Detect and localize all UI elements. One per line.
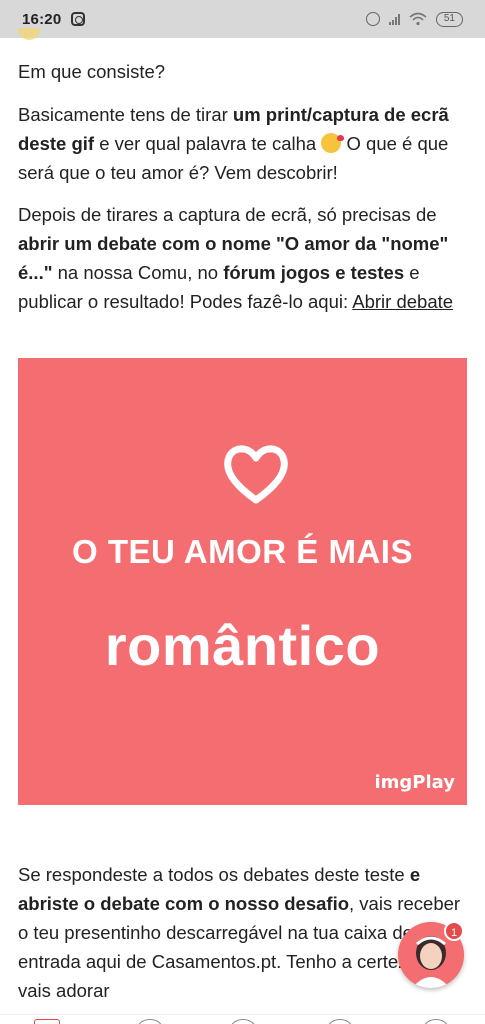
bottom-navigation xyxy=(0,1014,485,1024)
open-debate-link[interactable]: Abrir debate xyxy=(352,291,453,312)
gif-text-line2: romântico xyxy=(104,614,381,677)
emoji-fragment-icon xyxy=(18,28,40,40)
p2-text-2: na nossa Comu, no xyxy=(52,262,224,283)
kiss-emoji-icon xyxy=(321,133,345,153)
paragraph-instructions: Basicamente tens de tirar um print/captu… xyxy=(18,100,468,187)
section-heading: Em que consiste? xyxy=(18,61,166,82)
p1-text-2: e ver qual palavra te calha xyxy=(94,133,322,154)
paragraph-gift: Se respondeste a todos os debates deste … xyxy=(18,860,468,1005)
status-right: 51 xyxy=(365,11,463,27)
signal-icon xyxy=(388,13,400,25)
battery-indicator: 51 xyxy=(435,11,463,27)
nav-messages-icon[interactable] xyxy=(327,1019,353,1024)
heart-icon xyxy=(224,445,288,504)
imgplay-watermark: imgPlay xyxy=(374,772,456,793)
status-bar: 16:20 51 xyxy=(0,0,485,38)
status-time: 16:20 xyxy=(22,10,62,28)
p3-text-1: Se respondeste a todos os debates deste … xyxy=(18,864,410,885)
nav-profile-icon[interactable] xyxy=(423,1019,449,1024)
p2-text-1: Depois de tirares a captura de ecrã, só … xyxy=(18,204,437,225)
nav-community-icon[interactable] xyxy=(230,1019,256,1024)
paragraph-debate: Depois de tirares a captura de ecrã, só … xyxy=(18,200,468,316)
status-left: 16:20 xyxy=(22,10,86,28)
love-quiz-gif: O TEU AMOR É MAIS romântico imgPlay xyxy=(18,358,467,805)
notification-badge: 1 xyxy=(444,921,464,941)
instagram-icon xyxy=(71,12,86,26)
p2-bold-2: fórum jogos e testes xyxy=(223,262,405,283)
gif-text-line1: O TEU AMOR É MAIS xyxy=(72,533,413,570)
wifi-icon xyxy=(409,12,427,26)
nav-explore-icon[interactable] xyxy=(137,1019,163,1024)
nav-home-icon[interactable] xyxy=(34,1019,60,1024)
p1-text-1: Basicamente tens de tirar xyxy=(18,104,233,125)
alarm-icon xyxy=(365,12,380,26)
